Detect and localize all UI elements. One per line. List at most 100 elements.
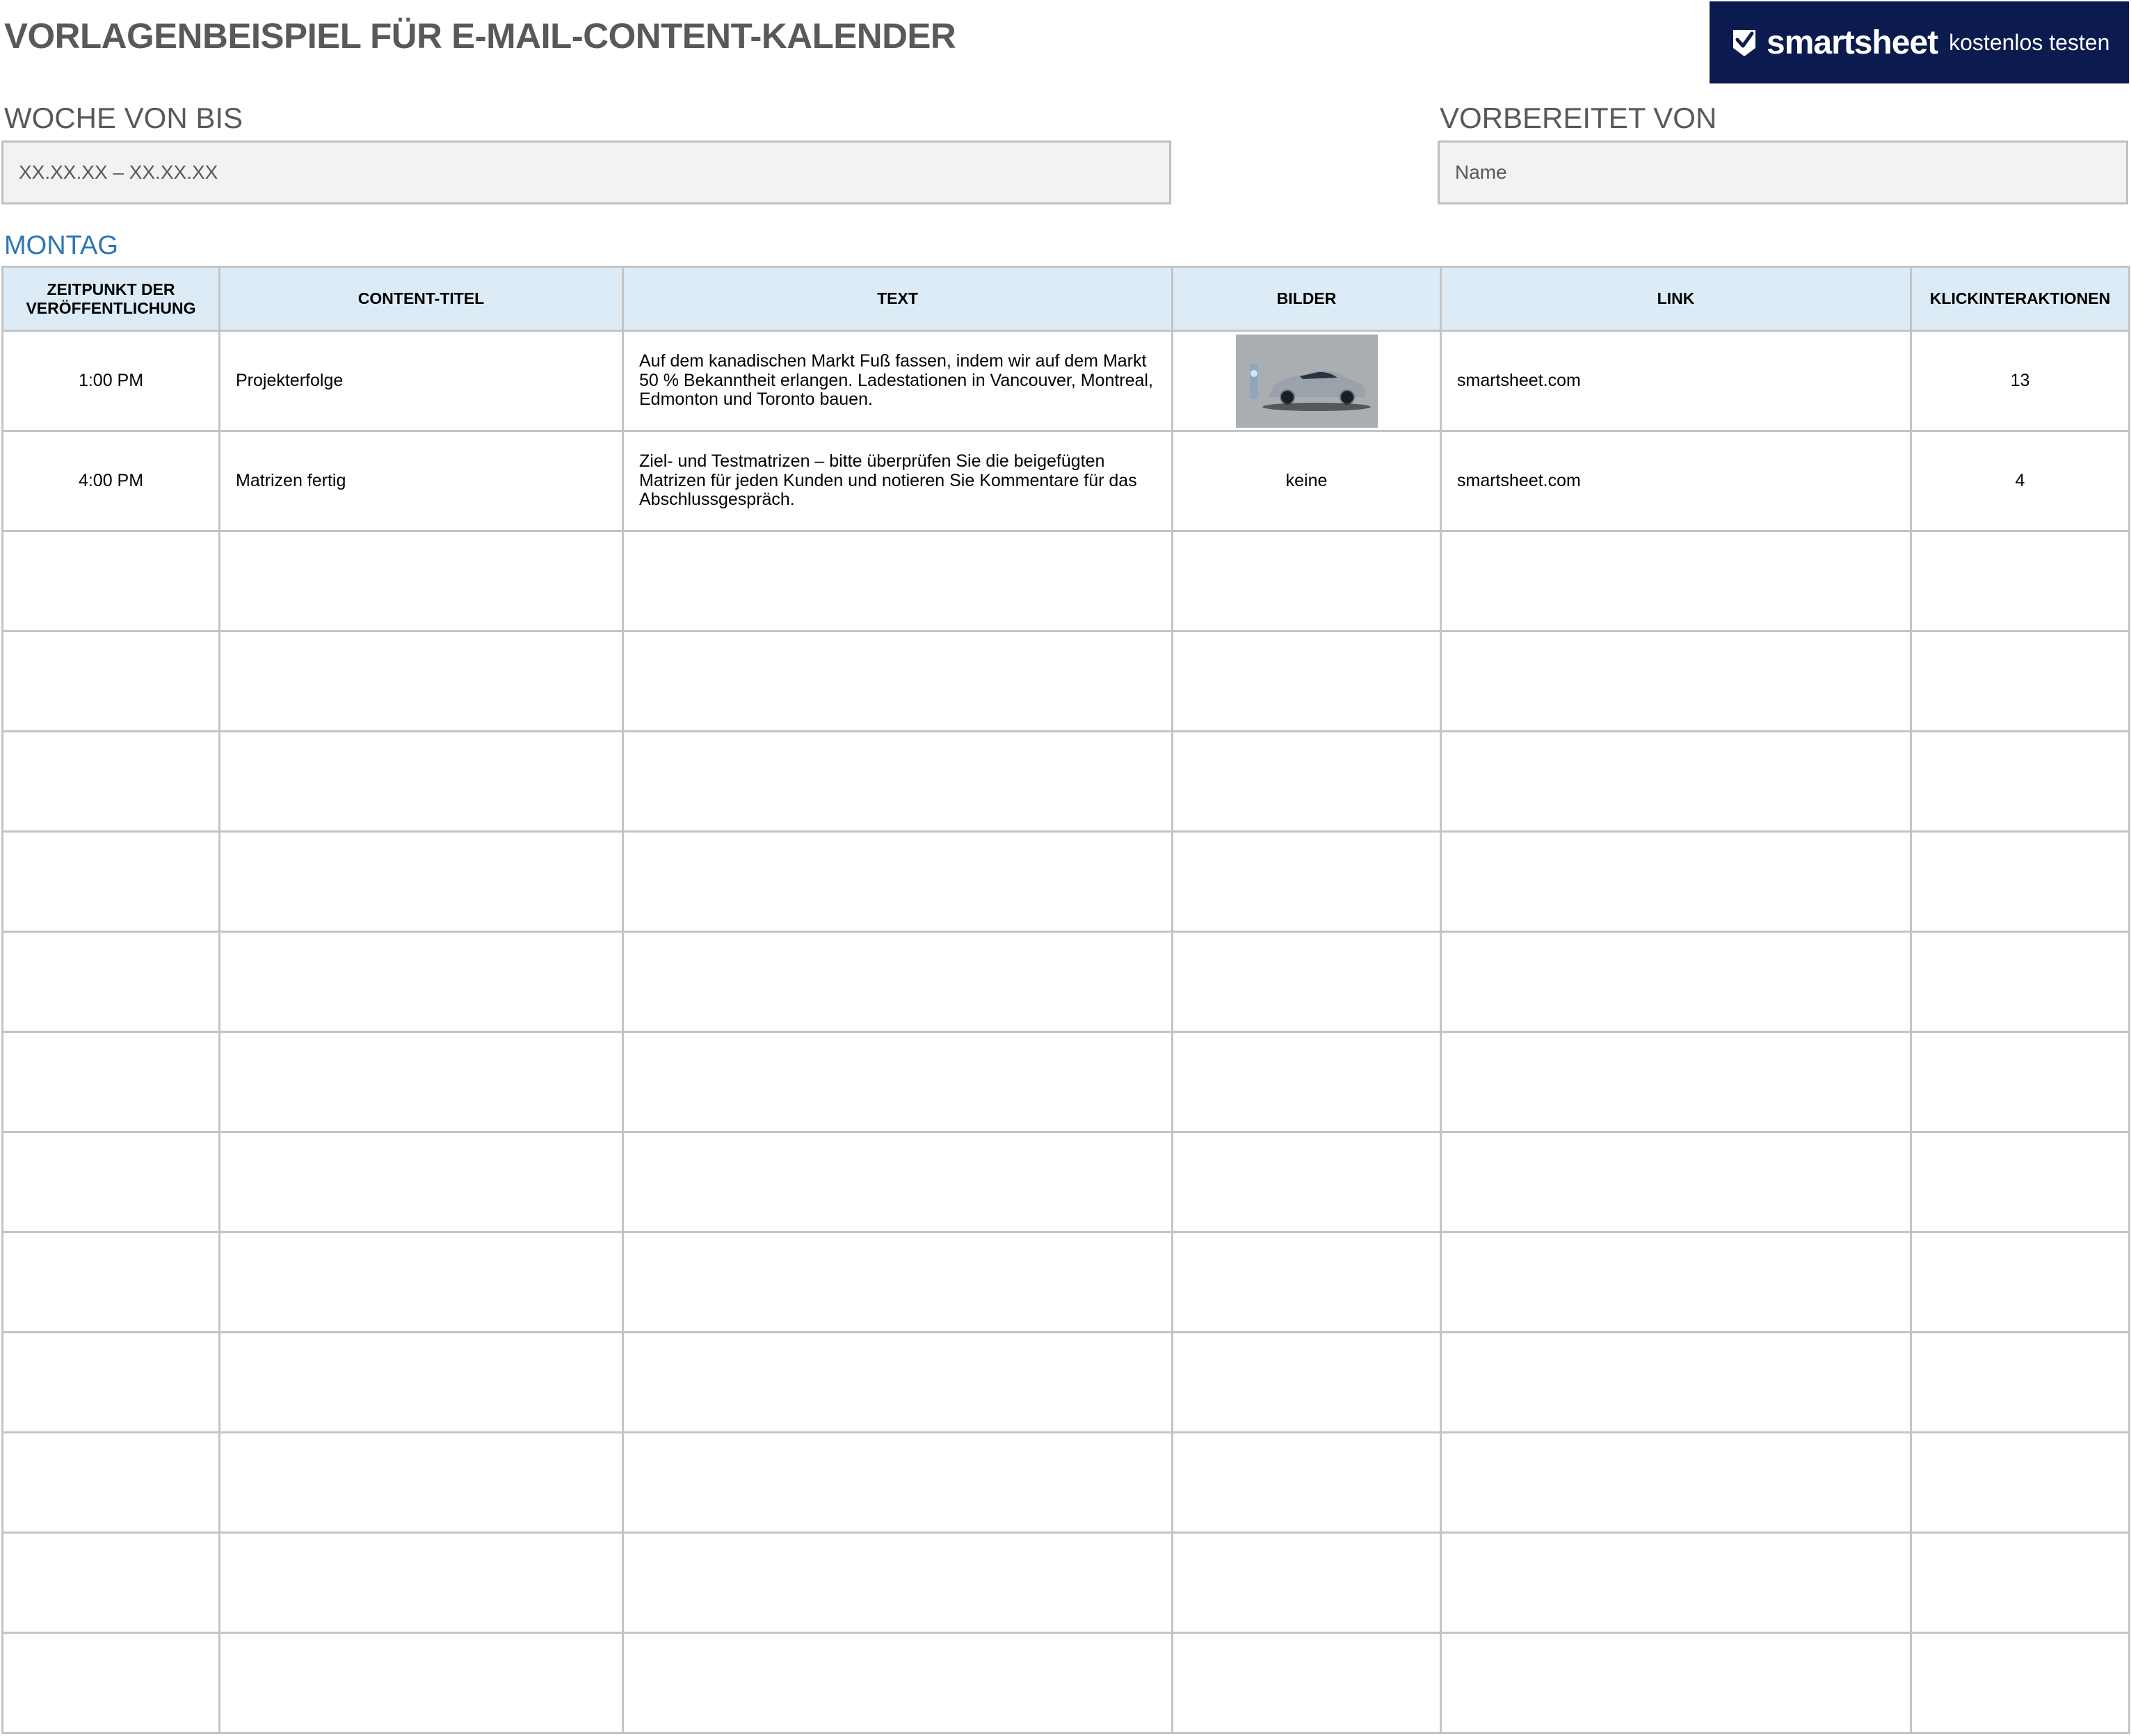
time-cell[interactable] xyxy=(1,1231,220,1333)
time-cell[interactable] xyxy=(1,1131,220,1233)
content-title-cell[interactable]: Matrizen fertig xyxy=(218,430,624,532)
link-cell[interactable] xyxy=(1440,730,1912,833)
text-cell[interactable] xyxy=(622,1031,1173,1133)
clicks-cell[interactable]: 4 xyxy=(1910,430,2130,532)
images-cell[interactable] xyxy=(1171,1031,1442,1133)
table-row xyxy=(1,1431,2130,1534)
clicks-cell[interactable] xyxy=(1910,1431,2130,1534)
content-title-cell[interactable] xyxy=(218,730,624,833)
time-cell[interactable] xyxy=(1,1031,220,1133)
clicks-cell[interactable] xyxy=(1910,630,2130,732)
link-cell[interactable] xyxy=(1440,1131,1912,1233)
text-cell[interactable] xyxy=(622,1331,1173,1433)
text-cell[interactable] xyxy=(622,630,1173,732)
content-title-cell[interactable] xyxy=(218,1431,624,1534)
time-cell[interactable] xyxy=(1,1431,220,1534)
link-cell[interactable]: smartsheet.com xyxy=(1440,330,1912,432)
clicks-cell[interactable] xyxy=(1910,730,2130,833)
clicks-cell[interactable] xyxy=(1910,1031,2130,1133)
table-row xyxy=(1,1131,2130,1233)
week-range-field[interactable]: XX.XX.XX – XX.XX.XX xyxy=(1,140,1171,204)
car-photo-thumbnail[interactable] xyxy=(1235,334,1378,428)
link-cell[interactable] xyxy=(1440,630,1912,732)
content-title-cell[interactable] xyxy=(218,1632,624,1734)
images-cell[interactable] xyxy=(1171,1331,1442,1433)
content-title-cell[interactable] xyxy=(218,1231,624,1333)
link-cell[interactable] xyxy=(1440,830,1912,933)
link-cell[interactable] xyxy=(1440,931,1912,1033)
clicks-cell[interactable] xyxy=(1910,1331,2130,1433)
clicks-cell[interactable] xyxy=(1910,1632,2130,1734)
time-cell[interactable] xyxy=(1,630,220,732)
time-cell[interactable]: 4:00 PM xyxy=(1,430,220,532)
link-cell[interactable] xyxy=(1440,1231,1912,1333)
text-cell[interactable] xyxy=(622,931,1173,1033)
content-title-cell[interactable] xyxy=(218,1532,624,1634)
clicks-cell[interactable] xyxy=(1910,931,2130,1033)
content-title-cell[interactable] xyxy=(218,931,624,1033)
header-text: TEXT xyxy=(622,266,1173,332)
images-cell[interactable] xyxy=(1171,1632,1442,1734)
table-row xyxy=(1,630,2130,732)
text-cell[interactable] xyxy=(622,730,1173,833)
content-title-cell[interactable]: Projekterfolge xyxy=(218,330,624,432)
header-content-title: CONTENT-TITEL xyxy=(218,266,624,332)
link-cell[interactable] xyxy=(1440,1431,1912,1534)
content-title-cell[interactable] xyxy=(218,1031,624,1133)
time-cell[interactable] xyxy=(1,830,220,933)
link-cell[interactable] xyxy=(1440,1031,1912,1133)
time-cell[interactable] xyxy=(1,1632,220,1734)
link-cell[interactable]: smartsheet.com xyxy=(1440,430,1912,532)
text-cell[interactable]: Ziel- und Testmatrizen – bitte überprüfe… xyxy=(622,430,1173,532)
link-cell[interactable] xyxy=(1440,1632,1912,1734)
time-cell[interactable]: 1:00 PM xyxy=(1,330,220,432)
smartsheet-logo-text: smartsheet xyxy=(1767,24,1938,61)
link-cell[interactable] xyxy=(1440,1532,1912,1634)
images-cell[interactable] xyxy=(1171,931,1442,1033)
text-cell[interactable] xyxy=(622,1431,1173,1534)
text-cell[interactable] xyxy=(622,830,1173,933)
time-cell[interactable] xyxy=(1,931,220,1033)
images-cell[interactable] xyxy=(1171,1431,1442,1534)
table-row xyxy=(1,530,2130,632)
images-cell[interactable] xyxy=(1171,1231,1442,1333)
images-cell[interactable] xyxy=(1171,630,1442,732)
link-cell[interactable] xyxy=(1440,1331,1912,1433)
text-cell[interactable] xyxy=(622,1632,1173,1734)
text-cell[interactable] xyxy=(622,1532,1173,1634)
table-row xyxy=(1,830,2130,933)
clicks-cell[interactable] xyxy=(1910,530,2130,632)
content-title-cell[interactable] xyxy=(218,530,624,632)
content-calendar-table: ZEITPUNKT DER VERÖFFENTLICHUNG CONTENT-T… xyxy=(1,266,2130,1734)
time-cell[interactable] xyxy=(1,530,220,632)
header-time: ZEITPUNKT DER VERÖFFENTLICHUNG xyxy=(1,266,220,332)
clicks-cell[interactable] xyxy=(1910,1231,2130,1333)
clicks-cell[interactable] xyxy=(1910,1131,2130,1233)
content-title-cell[interactable] xyxy=(218,1331,624,1433)
clicks-cell[interactable] xyxy=(1910,830,2130,933)
page: VORLAGENBEISPIEL FÜR E-MAIL-CONTENT-KALE… xyxy=(0,0,2131,1736)
text-cell[interactable] xyxy=(622,1231,1173,1333)
prepared-by-field[interactable]: Name xyxy=(1438,140,2128,204)
link-cell[interactable] xyxy=(1440,530,1912,632)
content-title-cell[interactable] xyxy=(218,630,624,732)
time-cell[interactable] xyxy=(1,730,220,833)
images-cell[interactable] xyxy=(1171,530,1442,632)
time-cell[interactable] xyxy=(1,1331,220,1433)
images-cell[interactable] xyxy=(1171,830,1442,933)
images-cell[interactable] xyxy=(1171,330,1442,432)
text-cell[interactable]: Auf dem kanadischen Markt Fuß fassen, in… xyxy=(622,330,1173,432)
images-cell[interactable] xyxy=(1171,1532,1442,1634)
text-cell[interactable] xyxy=(622,530,1173,632)
smartsheet-trial-button[interactable]: smartsheet kostenlos testen xyxy=(1710,1,2129,83)
images-cell[interactable]: keine xyxy=(1171,430,1442,532)
images-cell[interactable] xyxy=(1171,730,1442,833)
content-title-cell[interactable] xyxy=(218,830,624,933)
text-cell[interactable] xyxy=(622,1131,1173,1233)
images-cell[interactable] xyxy=(1171,1131,1442,1233)
content-title-cell[interactable] xyxy=(218,1131,624,1233)
clicks-cell[interactable]: 13 xyxy=(1910,330,2130,432)
table-row xyxy=(1,931,2130,1033)
clicks-cell[interactable] xyxy=(1910,1532,2130,1634)
time-cell[interactable] xyxy=(1,1532,220,1634)
